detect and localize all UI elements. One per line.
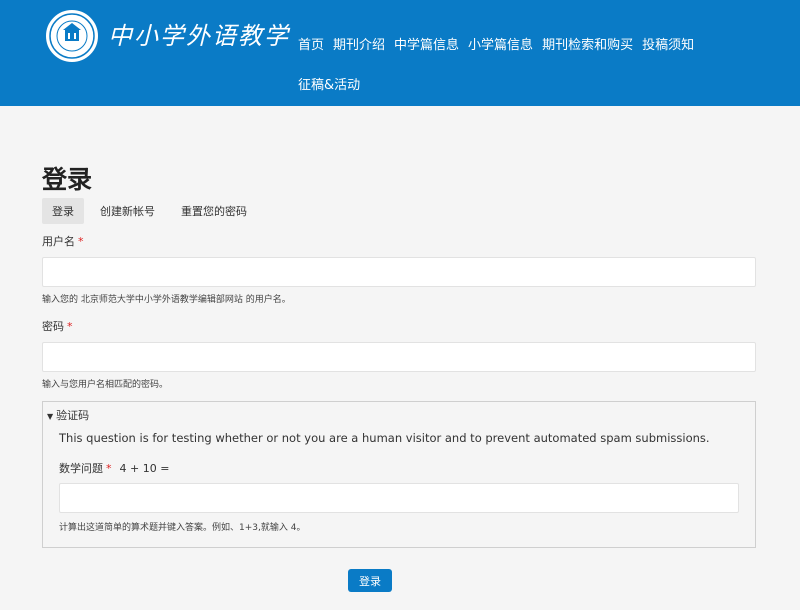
- nav-item-1[interactable]: 期刊介绍: [333, 34, 385, 53]
- nav-item-5[interactable]: 投稿须知: [642, 34, 694, 53]
- seal-icon: [49, 13, 95, 59]
- captcha-fieldset: ▼ 验证码 This question is for testing whethe…: [42, 401, 756, 548]
- captcha-description: This question is for testing whether or …: [59, 431, 710, 445]
- page-title: 登录: [42, 165, 93, 194]
- nav-item-submissions-events[interactable]: 征稿&活动: [298, 74, 360, 93]
- site-logo-text[interactable]: 中小学外语教学: [108, 16, 290, 51]
- username-input[interactable]: [42, 257, 756, 287]
- captcha-legend[interactable]: ▼ 验证码: [47, 407, 89, 423]
- nav-item-3[interactable]: 小学篇信息: [468, 34, 533, 53]
- password-hint: 输入与您用户名相匹配的密码。: [42, 380, 169, 390]
- tab-login[interactable]: 登录: [42, 198, 84, 224]
- nav-item-2[interactable]: 中学篇信息: [394, 34, 459, 53]
- required-mark: *: [67, 320, 73, 333]
- captcha-hint: 计算出这道简单的算术题并键入答案。例如、1+3,就输入 4。: [59, 523, 306, 533]
- username-hint: 输入您的 北京师范大学中小学外语教学编辑部网站 的用户名。: [42, 295, 291, 305]
- triangle-down-icon: ▼: [47, 412, 54, 421]
- math-question-label: 数学问题 * 4 + 10 =: [59, 462, 170, 475]
- password-input[interactable]: [42, 342, 756, 372]
- nav-item-4[interactable]: 期刊检索和购买: [542, 34, 633, 53]
- tab-create-account[interactable]: 创建新帐号: [90, 198, 165, 224]
- login-submit-button[interactable]: 登录: [348, 569, 392, 592]
- nav-item-0[interactable]: 首页: [298, 34, 324, 53]
- math-question: 4 + 10 =: [119, 462, 170, 475]
- captcha-answer-input[interactable]: [59, 483, 739, 513]
- login-tabs: 登录 创建新帐号 重置您的密码: [42, 198, 263, 224]
- password-label: 密码 *: [42, 320, 73, 333]
- required-mark: *: [106, 462, 112, 475]
- site-header: 中小学外语教学 首页 期刊介绍 中学篇信息 小学篇信息 期刊检索和购买 投稿须知 征稿&活…: [0, 0, 800, 106]
- required-mark: *: [78, 235, 84, 248]
- username-label: 用户名 *: [42, 235, 84, 248]
- tab-reset-password[interactable]: 重置您的密码: [171, 198, 257, 224]
- university-seal-logo[interactable]: [46, 10, 98, 62]
- main-nav: 首页 期刊介绍 中学篇信息 小学篇信息 期刊检索和购买 投稿须知 征稿&活动: [298, 24, 798, 93]
